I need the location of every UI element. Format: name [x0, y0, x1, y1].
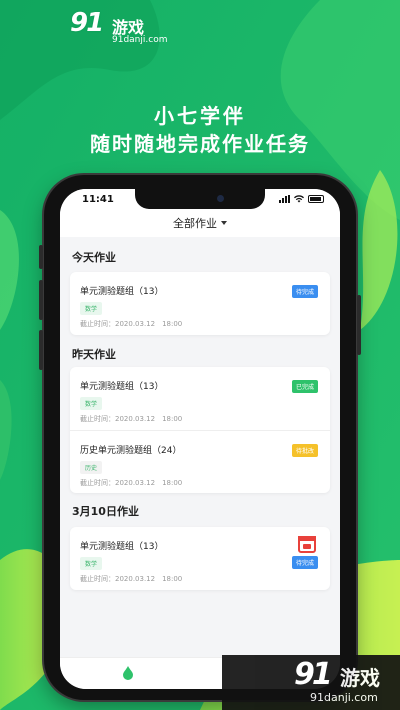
- homework-name: 单元测验题组（13）: [80, 542, 164, 552]
- logo-url: 91danji.com: [310, 691, 378, 704]
- phone-screen: 11:41 全部作业 今天作业 单元测验题组（13） 数学 截止时间：2020.…: [60, 189, 340, 689]
- top-bar: 全部作业: [60, 211, 340, 237]
- homework-item[interactable]: 单元测验题组（13） 数学 截止时间：2020.03.12 18:00 待完成: [70, 272, 330, 335]
- status-badge: 已完成: [291, 380, 318, 393]
- status-time: 11:41: [82, 194, 114, 205]
- subject-tag: 数学: [80, 397, 103, 410]
- logo-word: 游戏: [340, 666, 380, 690]
- app-slogan: 随时随地完成作业任务: [90, 132, 310, 156]
- filter-label: 全部作业: [173, 217, 217, 230]
- section-card-march10: 单元测验题组（13） 数学 截止时间：2020.03.12 18:00 待完成: [70, 527, 330, 590]
- phone-notch: [135, 189, 265, 209]
- phone-mute-button: [39, 245, 43, 269]
- status-badge: 待批改: [291, 444, 318, 457]
- site-logo-top: 91 游戏 91danji.com: [70, 8, 170, 48]
- homework-filter-dropdown[interactable]: 全部作业: [173, 215, 227, 231]
- section-card-today: 单元测验题组（13） 数学 截止时间：2020.03.12 18:00 待完成: [70, 272, 330, 335]
- section-card-yesterday: 单元测验题组（13） 数学 截止时间：2020.03.12 18:00 已完成 …: [70, 367, 330, 493]
- camera-icon: [217, 195, 224, 202]
- subject-tag: 历史: [80, 461, 103, 474]
- status-badge: 待完成: [291, 556, 318, 569]
- deadline-text: 截止时间：2020.03.12 18:00: [80, 479, 183, 487]
- caret-down-icon: [221, 221, 227, 225]
- phone-volume-up-button: [39, 280, 43, 320]
- homework-item[interactable]: 历史单元测验题组（24） 历史 截止时间：2020.03.12 18:00 待批…: [70, 430, 330, 493]
- section-title-yesterday: 昨天作业: [72, 348, 116, 361]
- logo-mark: 91: [70, 8, 104, 38]
- deadline-text: 截止时间：2020.03.12 18:00: [80, 320, 183, 328]
- phone-volume-down-button: [39, 330, 43, 370]
- homework-item[interactable]: 单元测验题组（13） 数学 截止时间：2020.03.12 18:00 已完成: [70, 367, 330, 430]
- app-name: 小七学伴: [154, 104, 246, 128]
- subject-tag: 数学: [80, 302, 103, 315]
- phone-frame: 11:41 全部作业 今天作业 单元测验题组（13） 数学 截止时间：2020.…: [39, 175, 361, 700]
- homework-name: 单元测验题组（13）: [80, 382, 164, 392]
- battery-icon: [308, 195, 324, 203]
- section-title-march10: 3月10日作业: [72, 505, 139, 518]
- section-title-today: 今天作业: [72, 251, 116, 264]
- homework-name: 历史单元测验题组（24）: [80, 446, 182, 456]
- homework-list: 今天作业 单元测验题组（13） 数学 截止时间：2020.03.12 18:00…: [60, 237, 340, 657]
- site-logo-bottom: 91 游戏 91danji.com: [222, 655, 400, 710]
- logo-mark: 91: [294, 657, 333, 692]
- logo-url: 91danji.com: [112, 35, 168, 45]
- calendar-icon: [298, 536, 316, 553]
- phone-power-button: [357, 295, 361, 355]
- signal-icon: [279, 195, 290, 203]
- status-badge: 待完成: [291, 285, 318, 298]
- homework-item[interactable]: 单元测验题组（13） 数学 截止时间：2020.03.12 18:00 待完成: [70, 527, 330, 590]
- wifi-icon: [294, 195, 304, 203]
- homework-name: 单元测验题组（13）: [80, 287, 164, 297]
- deadline-text: 截止时间：2020.03.12 18:00: [80, 415, 183, 423]
- deadline-text: 截止时间：2020.03.12 18:00: [80, 575, 183, 583]
- subject-tag: 数学: [80, 557, 103, 570]
- status-icons: [279, 195, 324, 203]
- droplet-icon[interactable]: [122, 666, 134, 680]
